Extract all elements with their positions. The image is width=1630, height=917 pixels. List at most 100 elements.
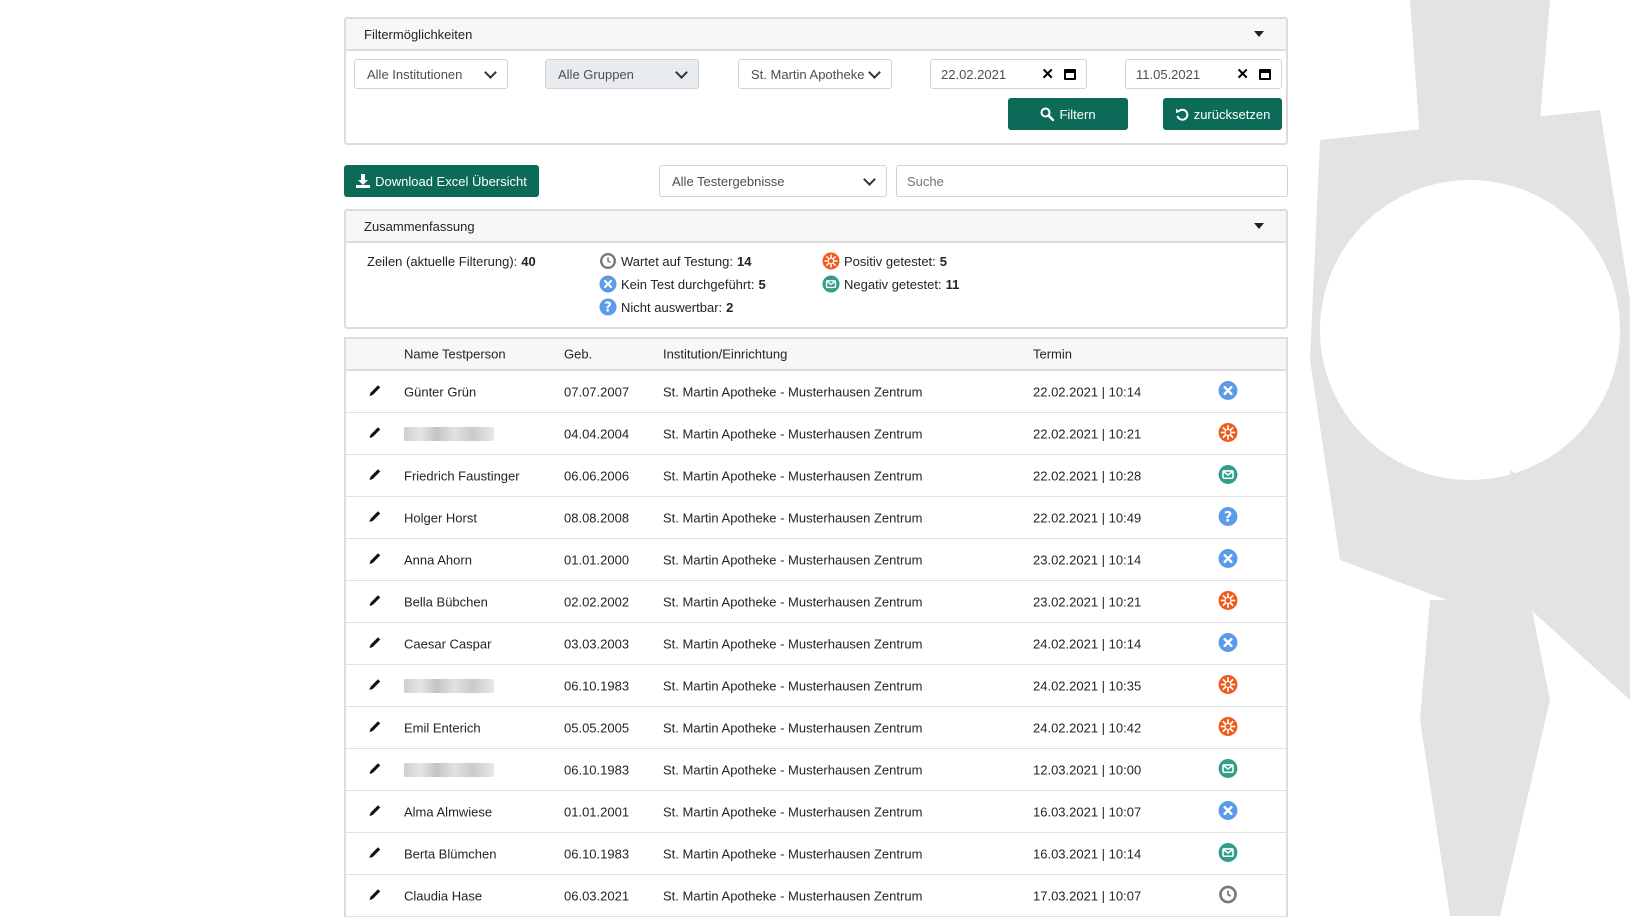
cell-termin: 22.02.2021 | 10:21: [1033, 426, 1142, 441]
header-termin[interactable]: Termin: [1033, 347, 1072, 362]
clear-icon[interactable]: ✕: [1236, 65, 1249, 83]
summary-waiting-label: Wartet auf Testung:: [621, 253, 734, 269]
reset-button-label: zurücksetzen: [1193, 106, 1271, 122]
edit-button[interactable]: [368, 383, 382, 400]
caret-down-icon[interactable]: [1254, 31, 1264, 37]
location-select[interactable]: St. Martin Apotheke: [738, 59, 892, 89]
cell-name: Bella Bübchen: [404, 594, 488, 609]
pencil-icon: [369, 846, 381, 858]
status-icon[interactable]: [1218, 800, 1238, 823]
cell-geb: 05.05.2005: [564, 720, 630, 735]
status-icon[interactable]: [1218, 380, 1238, 403]
institution-select-value: Alle Institutionen: [367, 66, 463, 82]
caret-down-icon[interactable]: [1254, 223, 1264, 229]
edit-button[interactable]: [368, 509, 382, 526]
summary-unclear-label: Nicht auswertbar:: [621, 299, 723, 315]
status-icon[interactable]: [1218, 548, 1238, 571]
group-select[interactable]: Alle Gruppen: [545, 59, 699, 89]
chevron-down-icon: [675, 65, 688, 79]
cell-geb: 01.01.2001: [564, 804, 630, 819]
toolbar: Download Excel Übersicht Alle Testergebn…: [344, 165, 1288, 209]
edit-button[interactable]: [368, 635, 382, 652]
summary-notest-value: 5: [758, 276, 766, 292]
edit-button[interactable]: [368, 551, 382, 568]
filter-button[interactable]: Filtern: [1008, 98, 1128, 130]
virus-icon: [1218, 422, 1238, 442]
table-row: Bella Bübchen 02.02.2002 St. Martin Apothe…: [346, 581, 1286, 623]
search-input[interactable]: Suche: [896, 165, 1288, 197]
cell-termin: 23.02.2021 | 10:14: [1033, 552, 1142, 567]
header-name[interactable]: Name Testperson: [404, 347, 506, 362]
reset-button[interactable]: zurücksetzen: [1163, 98, 1282, 130]
chevron-down-icon: [484, 65, 497, 79]
edit-button[interactable]: [368, 593, 382, 610]
cell-termin: 24.02.2021 | 10:14: [1033, 636, 1142, 651]
edit-button[interactable]: [368, 887, 382, 904]
search-placeholder: Suche: [907, 173, 944, 189]
pencil-icon: [369, 636, 381, 648]
status-icon[interactable]: ?: [1218, 506, 1238, 529]
x-circle-icon: [1218, 380, 1238, 400]
table-row: Friedrich Faustinger 06.06.2006 St. Martin…: [346, 455, 1286, 497]
download-excel-label: Download Excel Übersicht: [375, 173, 527, 189]
svg-text:?: ?: [604, 301, 612, 316]
cell-geb: 08.08.2008: [564, 510, 630, 525]
x-circle-icon: [1218, 632, 1238, 652]
cell-geb: 04.04.2004: [564, 426, 630, 441]
table-row: 04.04.2004 St. Martin Apotheke - Musterha…: [346, 413, 1286, 455]
status-icon[interactable]: [1218, 884, 1238, 907]
pencil-icon: [369, 804, 381, 816]
status-icon[interactable]: [1218, 464, 1238, 487]
calendar-icon[interactable]: [1064, 68, 1076, 80]
edit-button[interactable]: [368, 467, 382, 484]
cell-termin: 23.02.2021 | 10:21: [1033, 594, 1142, 609]
pencil-icon: [369, 384, 381, 396]
institution-select[interactable]: Alle Institutionen: [354, 59, 508, 89]
pencil-icon: [369, 888, 381, 900]
clock-icon: [1219, 885, 1237, 903]
header-geb[interactable]: Geb.: [564, 347, 592, 362]
summary-negative-value: 11: [945, 276, 960, 292]
cell-geb: 01.01.2000: [564, 552, 630, 567]
summary-notest-label: Kein Test durchgeführt:: [621, 276, 755, 292]
summary-rows: Zeilen (aktuelle Filterung): 40: [367, 254, 536, 269]
status-icon[interactable]: [1218, 632, 1238, 655]
edit-button[interactable]: [368, 845, 382, 862]
edit-button[interactable]: [368, 761, 382, 778]
cell-institution: St. Martin Apotheke - Musterhausen Zentr…: [663, 678, 923, 693]
date-to-field[interactable]: 11.05.2021 ✕: [1125, 59, 1282, 89]
edit-button[interactable]: [368, 803, 382, 820]
redacted-blur: [404, 678, 494, 693]
filter-button-label: Filtern: [1059, 106, 1096, 122]
header-institution[interactable]: Institution/Einrichtung: [663, 347, 787, 362]
status-icon[interactable]: [1218, 758, 1238, 781]
status-icon[interactable]: [1218, 716, 1238, 739]
date-from-field[interactable]: 22.02.2021 ✕: [930, 59, 1087, 89]
edit-button[interactable]: [368, 425, 382, 442]
edit-button[interactable]: [368, 719, 382, 736]
pencil-icon: [369, 510, 381, 522]
result-filter-select[interactable]: Alle Testergebnisse: [659, 165, 887, 197]
calendar-icon[interactable]: [1259, 68, 1271, 80]
edit-button[interactable]: [368, 677, 382, 694]
status-icon[interactable]: [1218, 422, 1238, 445]
table-row: Berta Blümchen 06.10.1983 St. Martin Apoth…: [346, 833, 1286, 875]
clear-icon[interactable]: ✕: [1041, 65, 1054, 83]
summary-body: Zeilen (aktuelle Filterung): 40 Wartet au…: [346, 243, 1286, 327]
status-icon[interactable]: [1218, 842, 1238, 865]
envelope-icon: [1218, 464, 1238, 484]
download-excel-button[interactable]: Download Excel Übersicht: [344, 165, 539, 197]
cell-institution: St. Martin Apotheke - Musterhausen Zentr…: [663, 510, 923, 525]
cell-institution: St. Martin Apotheke - Musterhausen Zentr…: [663, 426, 923, 441]
status-icon[interactable]: [1218, 590, 1238, 613]
summary-header[interactable]: Zusammenfassung: [346, 211, 1286, 243]
cell-institution: St. Martin Apotheke - Musterhausen Zentr…: [663, 762, 923, 777]
redacted-blur: [404, 762, 494, 777]
cell-institution: St. Martin Apotheke - Musterhausen Zentr…: [663, 468, 923, 483]
status-icon[interactable]: [1218, 674, 1238, 697]
filter-header[interactable]: Filtermöglichkeiten: [346, 19, 1286, 51]
table-row: Emil Enterich 05.05.2005 St. Martin Apothe…: [346, 707, 1286, 749]
summary-rows-value: 40: [521, 254, 536, 269]
envelope-icon: [822, 275, 840, 293]
cell-name: Holger Horst: [404, 510, 477, 525]
